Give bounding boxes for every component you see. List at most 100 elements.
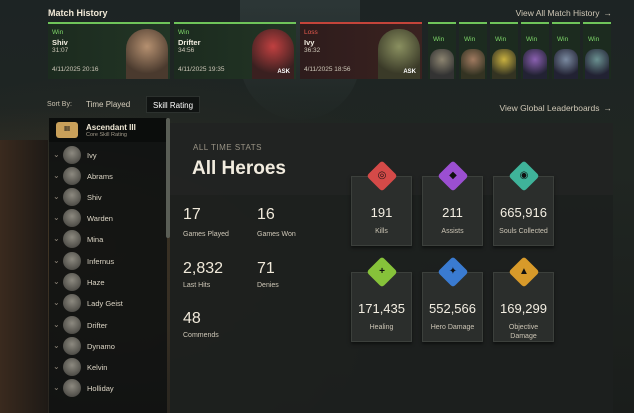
stat-tile-kills: ◎ 191 Kills — [351, 160, 412, 246]
chevron-down-icon: ⌄ — [53, 234, 60, 243]
stat-tile-souls: ◉ 665,916 Souls Collected — [493, 160, 554, 246]
match-card-small[interactable]: Win — [459, 22, 487, 79]
match-duration: 34:56 — [178, 47, 195, 54]
hero-list-item[interactable]: ⌄ Mina — [49, 230, 167, 250]
match-card-small[interactable]: Win — [521, 22, 549, 79]
stat-value: 211 — [442, 205, 463, 220]
last-hits-value: 2,832 — [183, 260, 224, 277]
match-result: Loss — [304, 29, 318, 36]
view-all-label: View All Match History — [515, 8, 600, 18]
match-result: Win — [495, 36, 507, 43]
stat-tile-hero-damage: ✦ 552,566 Hero Damage — [422, 256, 483, 342]
hero-avatar — [63, 167, 81, 185]
sort-by-label: Sort By: — [47, 101, 72, 108]
match-card[interactable]: Win Drifter 34:56 4/11/2025 19:35 ASK — [174, 22, 296, 79]
match-result: Win — [52, 29, 64, 36]
view-global-leaderboards-link[interactable]: View Global Leaderboards → — [499, 103, 612, 113]
hero-list-item[interactable]: ⌄ Haze — [49, 273, 167, 293]
games-won-value: 16 — [257, 206, 275, 223]
commends-label: Commends — [183, 332, 219, 339]
hero-avatar — [63, 188, 81, 206]
match-hero: Drifter — [178, 38, 201, 47]
match-result: Win — [433, 36, 445, 43]
hero-list-item[interactable]: ⌄ Dynamo — [49, 337, 167, 357]
hero-list-item[interactable]: ⌄ Drifter — [49, 316, 167, 336]
leaderboards-label: View Global Leaderboards — [499, 103, 600, 113]
chevron-down-icon: ⌄ — [53, 192, 60, 201]
chevron-down-icon: ⌄ — [53, 277, 60, 286]
hero-list-item[interactable]: ⌄ Lady Geist — [49, 294, 167, 314]
match-card[interactable]: Loss Ivy 36:32 4/11/2025 18:56 ASK — [300, 22, 422, 79]
hero-avatar — [63, 358, 81, 376]
hero-list-item[interactable]: ⌄ Kelvin — [49, 358, 167, 378]
stat-label: Objective Damage — [508, 324, 539, 340]
match-card[interactable]: Win Shiv 31:07 4/11/2025 20:16 — [48, 22, 170, 79]
hero-list-item[interactable]: ⌄ Ivy — [49, 146, 167, 166]
match-result: Win — [178, 29, 190, 36]
hero-avatar — [63, 209, 81, 227]
chevron-down-icon: ⌄ — [53, 362, 60, 371]
denies-value: 71 — [257, 260, 275, 277]
hero-name: Haze — [87, 278, 105, 287]
sort-skill-rating-button[interactable]: Skill Rating — [146, 96, 201, 113]
handshake-icon: ◆ — [437, 160, 469, 192]
hero-portrait — [523, 49, 547, 79]
match-tag: ASK — [277, 69, 290, 75]
view-all-match-history-link[interactable]: View All Match History → — [516, 8, 612, 18]
match-history-title: Match History — [48, 8, 108, 18]
sort-time-played-button[interactable]: Time Played — [80, 96, 136, 113]
match-duration: 36:32 — [304, 47, 321, 54]
match-hero: Shiv — [52, 38, 68, 47]
hero-name: Lady Geist — [87, 299, 123, 308]
denies-label: Denies — [257, 282, 279, 289]
hero-name: Holliday — [87, 384, 114, 393]
match-result: Win — [557, 36, 569, 43]
hero-name: Infernus — [87, 257, 115, 266]
last-hits-label: Last Hits — [183, 282, 211, 289]
chevron-down-icon: ⌄ — [53, 341, 60, 350]
hero-list-item[interactable]: ⌄ Warden — [49, 209, 167, 229]
match-tag: ASK — [403, 69, 416, 75]
match-card-small[interactable]: Win — [428, 22, 456, 79]
stat-tile-objective-damage: ▲ 169,299 Objective Damage — [493, 256, 554, 342]
chevron-down-icon: ⌄ — [53, 171, 60, 180]
arrow-right-icon: → — [603, 103, 613, 113]
stat-value: 171,435 — [358, 301, 405, 316]
crosshair-icon: ◎ — [366, 160, 398, 192]
match-card-small[interactable]: Win — [490, 22, 518, 79]
hero-avatar — [63, 379, 81, 397]
hero-name: Warden — [87, 214, 113, 223]
commends-value: 48 — [183, 310, 201, 327]
chevron-down-icon: ⌄ — [53, 298, 60, 307]
hero-list-item[interactable]: ⌄ Holliday — [49, 379, 167, 399]
stat-tile-healing: + 171,435 Healing — [351, 256, 412, 342]
match-date: 4/11/2025 18:56 — [304, 66, 351, 73]
stat-value: 552,566 — [429, 301, 476, 316]
hero-portrait — [554, 49, 578, 79]
match-hero: Ivy — [304, 38, 315, 47]
stat-label: Healing — [369, 324, 394, 331]
stat-label: Hero Damage — [430, 324, 475, 331]
hero-name: Drifter — [87, 321, 108, 330]
hero-list-item[interactable]: ⌄ Infernus — [49, 252, 167, 272]
rank-badge-icon: III — [56, 122, 78, 138]
match-date: 4/11/2025 19:35 — [178, 66, 225, 73]
stat-label: Souls Collected — [499, 228, 548, 235]
rank-name: Ascendant III — [86, 123, 136, 132]
match-card-small[interactable]: Win — [552, 22, 580, 79]
hero-list-item[interactable]: ⌄ Shiv — [49, 188, 167, 208]
hero-avatar — [63, 252, 81, 270]
hero-avatar — [63, 146, 81, 164]
hero-portrait — [585, 49, 609, 79]
hero-list-item[interactable]: ⌄ Abrams — [49, 167, 167, 187]
hero-avatar — [63, 273, 81, 291]
match-card-small[interactable]: Win — [583, 22, 611, 79]
rank-subtitle: Core Skill Rating — [86, 132, 127, 138]
chevron-down-icon: ⌄ — [53, 213, 60, 222]
hero-name: Kelvin — [87, 363, 108, 372]
hero-avatar — [63, 294, 81, 312]
match-date: 4/11/2025 20:16 — [52, 66, 99, 73]
hero-avatar — [63, 230, 81, 248]
games-played-label: Games Played — [183, 231, 229, 238]
hero-name: Dynamo — [87, 342, 115, 351]
